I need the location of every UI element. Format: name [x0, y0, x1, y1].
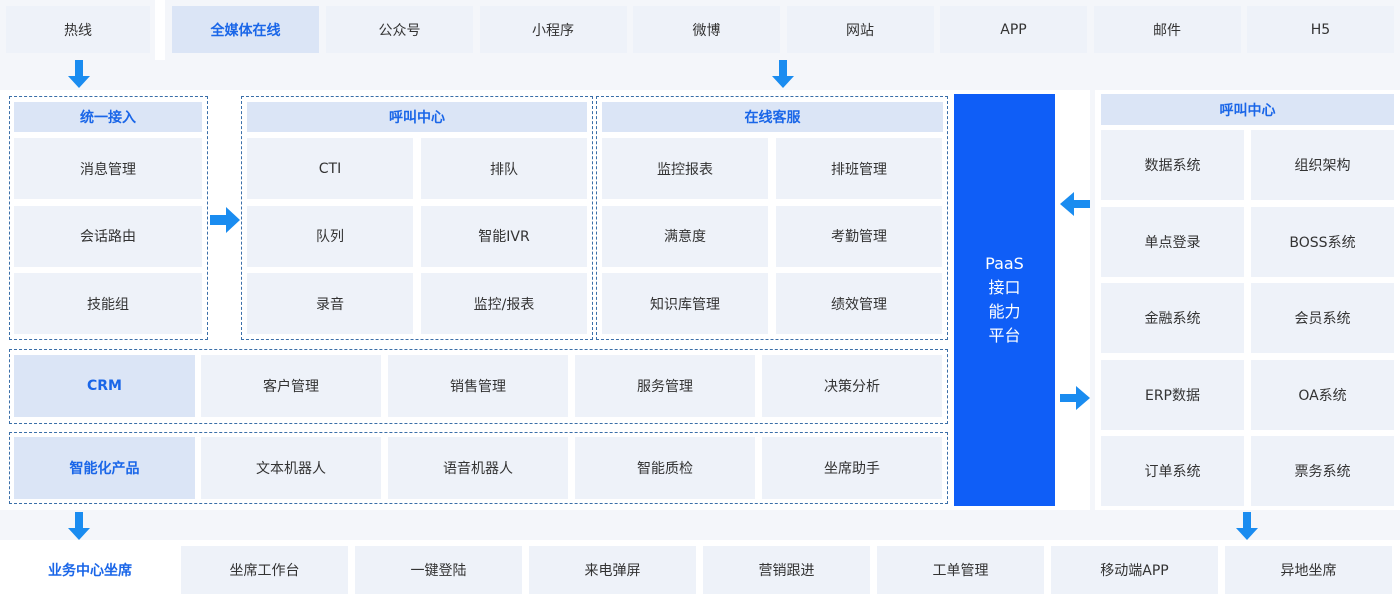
- unified-access-item[interactable]: 消息管理: [14, 138, 202, 199]
- system-item[interactable]: 票务系统: [1251, 436, 1394, 506]
- seat-feature-item[interactable]: 营销跟进: [703, 546, 870, 594]
- omnichannel-label[interactable]: 全媒体在线: [172, 6, 319, 53]
- paas-line: 接口: [988, 278, 1021, 297]
- seat-feature-item[interactable]: 异地坐席: [1225, 546, 1392, 594]
- online-service-item[interactable]: 满意度: [602, 205, 768, 267]
- online-service-title: 在线客服: [602, 102, 943, 132]
- down-arrow-icon: [772, 60, 794, 88]
- channel-item[interactable]: 邮件: [1093, 6, 1241, 53]
- channel-item[interactable]: 公众号: [326, 6, 473, 53]
- system-item[interactable]: OA系统: [1251, 359, 1394, 430]
- system-item[interactable]: 组织架构: [1251, 130, 1394, 200]
- crm-item[interactable]: 销售管理: [388, 355, 568, 417]
- system-item[interactable]: 会员系统: [1251, 283, 1394, 353]
- paas-line: 平台: [988, 326, 1021, 345]
- down-arrow-icon: [68, 512, 90, 540]
- down-arrow-icon: [1236, 512, 1258, 540]
- channel-item[interactable]: 小程序: [479, 6, 627, 53]
- online-service-item[interactable]: 绩效管理: [776, 273, 942, 334]
- system-item[interactable]: 数据系统: [1101, 130, 1244, 200]
- business-center-seat-label: 业务中心坐席: [0, 546, 180, 594]
- system-item[interactable]: BOSS系统: [1251, 206, 1394, 277]
- channel-item[interactable]: H5: [1247, 6, 1394, 53]
- smart-products-title: 智能化产品: [14, 437, 195, 499]
- crm-item[interactable]: 决策分析: [762, 355, 942, 417]
- smart-products-item[interactable]: 语音机器人: [388, 437, 568, 499]
- seat-feature-item[interactable]: 一键登陆: [355, 546, 522, 594]
- system-item[interactable]: ERP数据: [1101, 359, 1244, 430]
- seat-feature-item[interactable]: 坐席工作台: [181, 546, 348, 594]
- call-center-item[interactable]: 录音: [247, 273, 413, 334]
- seat-feature-item[interactable]: 移动端APP: [1051, 546, 1218, 594]
- call-center-title: 呼叫中心: [247, 102, 587, 132]
- paas-platform[interactable]: PaaS 接口能力平台: [954, 94, 1055, 506]
- crm-item[interactable]: 客户管理: [201, 355, 381, 417]
- call-center-item[interactable]: 监控/报表: [421, 273, 587, 334]
- seat-feature-item[interactable]: 来电弹屏: [529, 546, 696, 594]
- right-arrow-icon: [210, 207, 240, 233]
- unified-access-item[interactable]: 会话路由: [14, 205, 202, 267]
- crm-title: CRM: [14, 355, 195, 417]
- system-item[interactable]: 单点登录: [1101, 206, 1244, 277]
- hotline-channel[interactable]: 热线: [6, 6, 150, 53]
- smart-products-item[interactable]: 文本机器人: [201, 437, 381, 499]
- call-center-item[interactable]: CTI: [247, 138, 413, 199]
- smart-products-item[interactable]: 智能质检: [575, 437, 755, 499]
- system-item[interactable]: 订单系统: [1101, 436, 1244, 506]
- channel-item[interactable]: 网站: [786, 6, 934, 53]
- online-service-item[interactable]: 排班管理: [776, 138, 942, 199]
- online-service-item[interactable]: 考勤管理: [776, 205, 942, 267]
- crm-item[interactable]: 服务管理: [575, 355, 755, 417]
- unified-access-title: 统一接入: [14, 102, 202, 132]
- channel-item[interactable]: APP: [940, 6, 1087, 53]
- channel-item[interactable]: 微博: [633, 6, 780, 53]
- top-white-gap: [155, 0, 165, 60]
- call-center-item[interactable]: 队列: [247, 205, 413, 267]
- call-center-item[interactable]: 智能IVR: [421, 205, 587, 267]
- call-center-item[interactable]: 排队: [421, 138, 587, 199]
- left-arrow-icon: [1060, 192, 1090, 216]
- system-item[interactable]: 金融系统: [1101, 283, 1244, 353]
- down-arrow-icon: [68, 60, 90, 88]
- right-arrow-icon: [1060, 386, 1090, 410]
- paas-line: 能力: [988, 302, 1021, 321]
- paas-line: PaaS: [985, 254, 1024, 273]
- right-call-center-title: 呼叫中心: [1101, 94, 1394, 125]
- online-service-item[interactable]: 监控报表: [602, 138, 768, 199]
- online-service-item[interactable]: 知识库管理: [602, 273, 768, 334]
- smart-products-item[interactable]: 坐席助手: [762, 437, 942, 499]
- unified-access-item[interactable]: 技能组: [14, 273, 202, 334]
- seat-feature-item[interactable]: 工单管理: [877, 546, 1044, 594]
